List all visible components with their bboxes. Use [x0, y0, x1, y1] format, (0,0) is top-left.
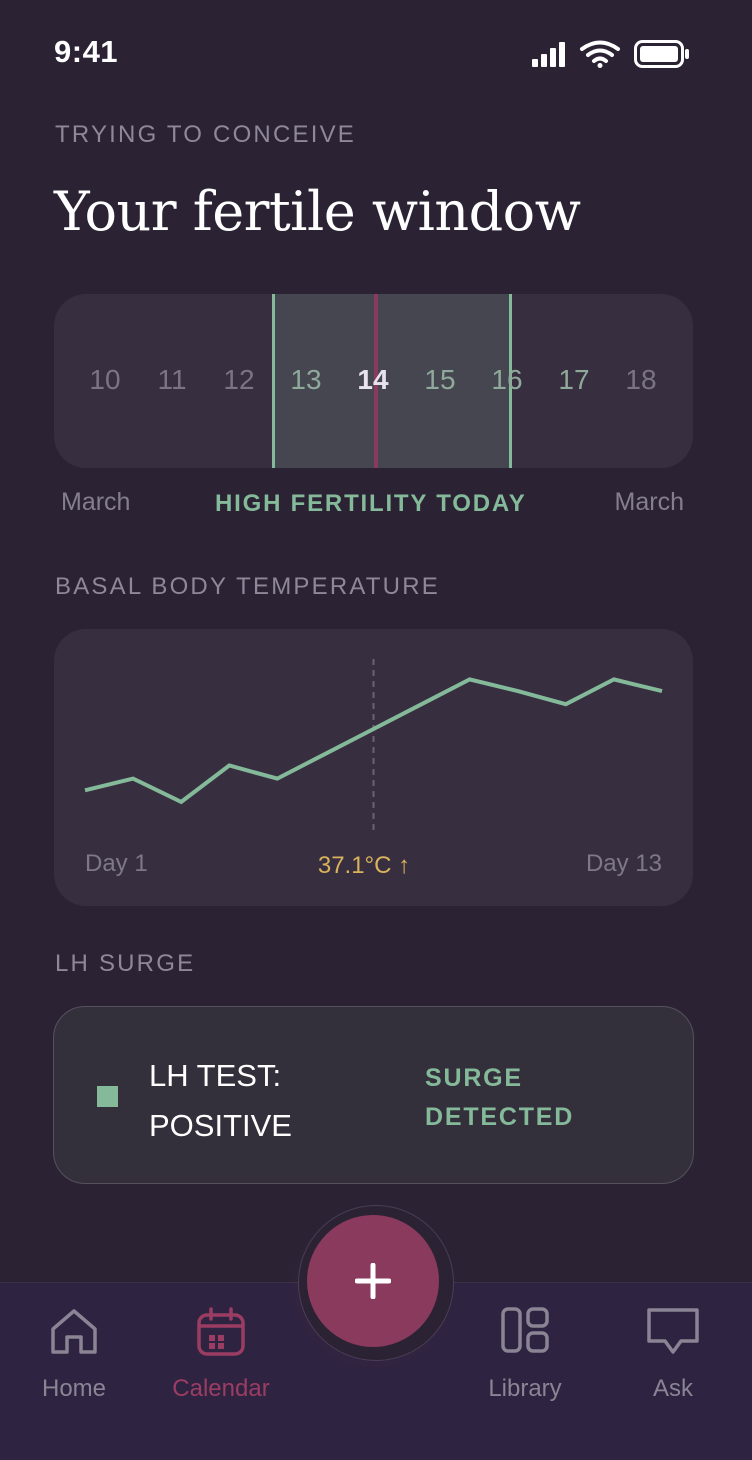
day-cell[interactable]: 12	[209, 364, 269, 396]
day-cell[interactable]: 10	[75, 364, 135, 396]
fertility-status: HIGH FERTILITY TODAY	[215, 490, 527, 517]
bbt-chart: Day 1 37.1°C ↑ Day 13	[84, 659, 663, 879]
nav-label-calendar: Calendar	[172, 1375, 270, 1402]
x-axis-start-label: Day 1	[85, 850, 148, 877]
wifi-icon	[580, 40, 620, 68]
section-eyebrow: TRYING TO CONCEIVE	[55, 121, 356, 148]
add-log-button[interactable]	[307, 1215, 439, 1347]
month-label-right: March	[614, 488, 684, 516]
signal-icon	[532, 42, 565, 67]
calendar-icon	[197, 1307, 245, 1356]
day-cell-today[interactable]: 14	[343, 364, 403, 396]
nav-item-home[interactable]: Home	[0, 1283, 149, 1460]
day-cell[interactable]: 16	[477, 364, 537, 396]
nav-item-library[interactable]: Library	[450, 1283, 600, 1460]
nav-label-library: Library	[488, 1375, 562, 1402]
month-label-left: March	[61, 488, 131, 516]
plus-icon	[355, 1263, 391, 1299]
temperature-reading: 37.1°C ↑	[318, 852, 410, 879]
library-icon	[501, 1307, 549, 1353]
chat-icon	[647, 1308, 699, 1354]
nav-item-ask[interactable]: Ask	[598, 1283, 748, 1460]
lh-section-label: LH SURGE	[55, 950, 196, 977]
nav-label-ask: Ask	[652, 1375, 693, 1402]
nav-label-home: Home	[41, 1375, 107, 1402]
bbt-chart-card[interactable]: Day 1 37.1°C ↑ Day 13	[54, 629, 693, 906]
bbt-section-label: BASAL BODY TEMPERATURE	[55, 573, 440, 600]
battery-icon	[634, 40, 689, 68]
day-cell[interactable]: 13	[276, 364, 336, 396]
status-bar: 9:41	[0, 0, 752, 100]
calendar-strip[interactable]: 10 11 12 13 14 15 16 17 18	[54, 294, 693, 468]
home-icon	[51, 1309, 97, 1354]
status-time: 9:41	[54, 34, 119, 69]
surge-status: SURGE DETECTED	[425, 1064, 575, 1131]
day-cell[interactable]: 15	[410, 364, 470, 396]
day-cell[interactable]: 18	[611, 364, 671, 396]
lh-test-result: LH TEST: POSITIVE	[149, 1058, 292, 1143]
day-cell[interactable]: 11	[142, 364, 202, 396]
x-axis-end-label: Day 13	[586, 850, 662, 877]
nav-item-calendar[interactable]: Calendar	[146, 1283, 296, 1460]
lh-test-card[interactable]: LH TEST: POSITIVE SURGE DETECTED	[53, 1006, 694, 1184]
page-title: Your fertile window	[54, 180, 581, 243]
positive-indicator	[97, 1086, 118, 1107]
day-cell[interactable]: 17	[544, 364, 604, 396]
day-row: 10 11 12 13 14 15 16 17 18	[54, 294, 693, 468]
status-icons	[532, 40, 690, 68]
